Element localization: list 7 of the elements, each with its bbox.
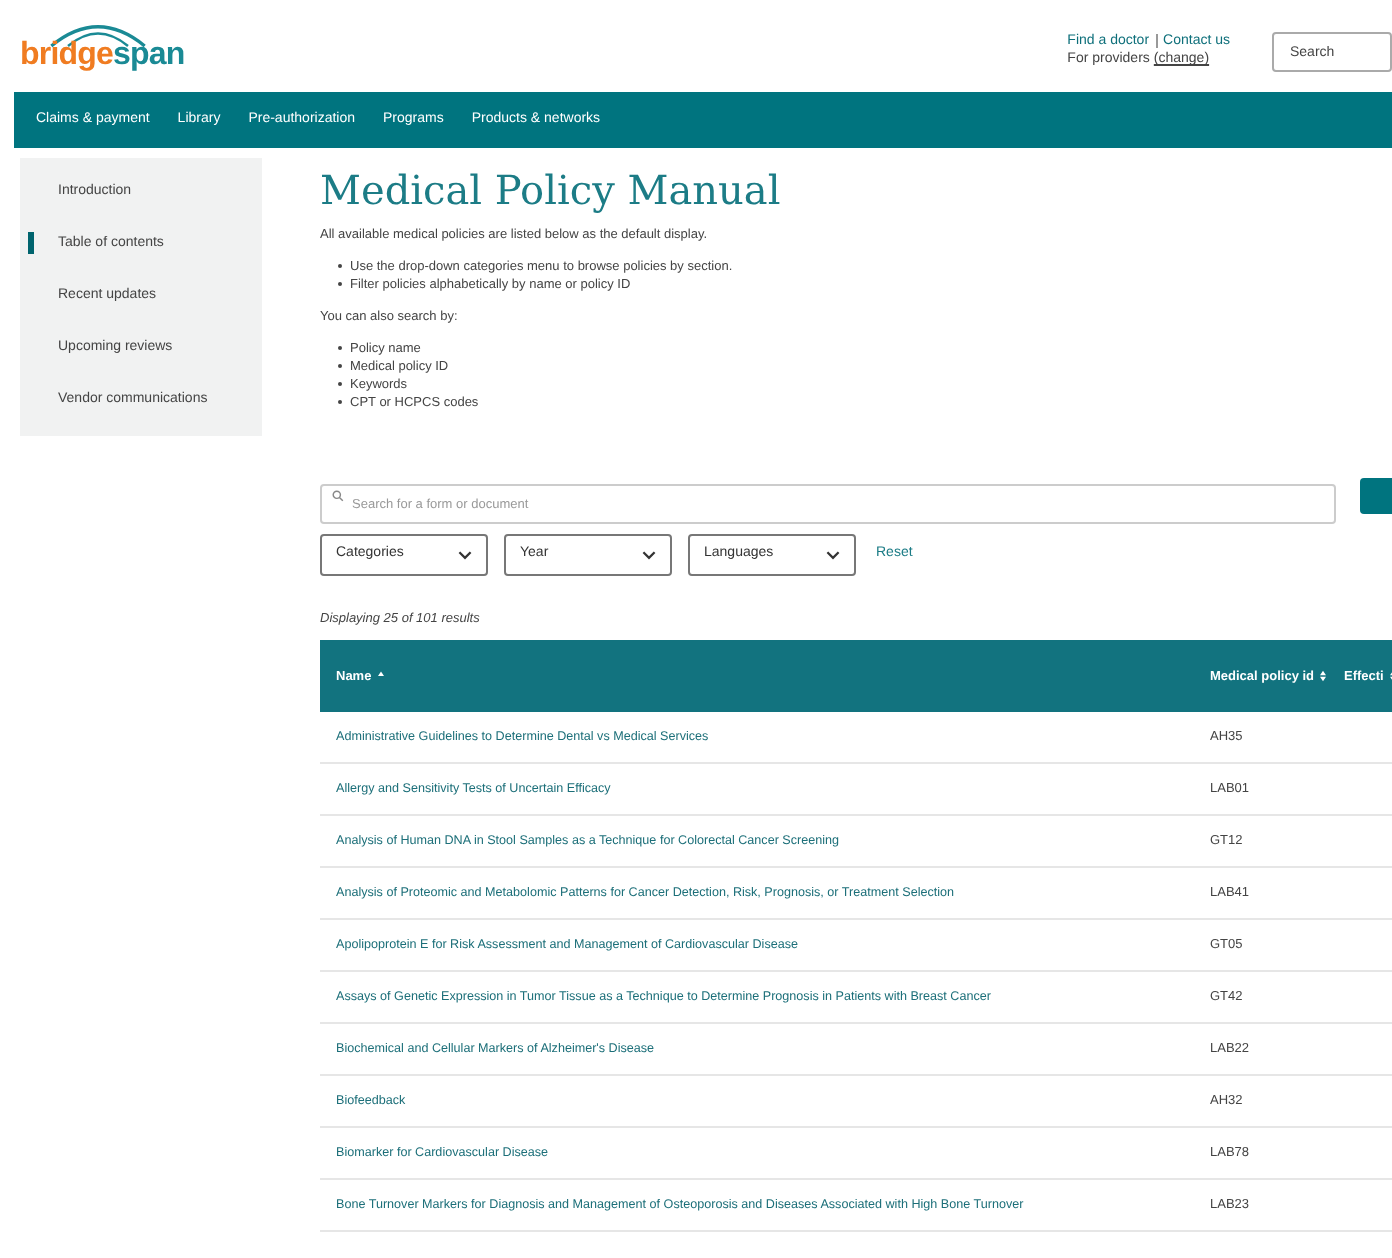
chevron-icon <box>458 549 472 559</box>
page-title: Medical Policy Manual <box>320 164 783 216</box>
logo[interactable]: bridgespan <box>20 24 180 76</box>
chevron-icon <box>642 549 656 559</box>
chevron-icon <box>826 549 840 559</box>
sort-icon[interactable] <box>1320 670 1327 683</box>
search-icon <box>332 489 344 501</box>
